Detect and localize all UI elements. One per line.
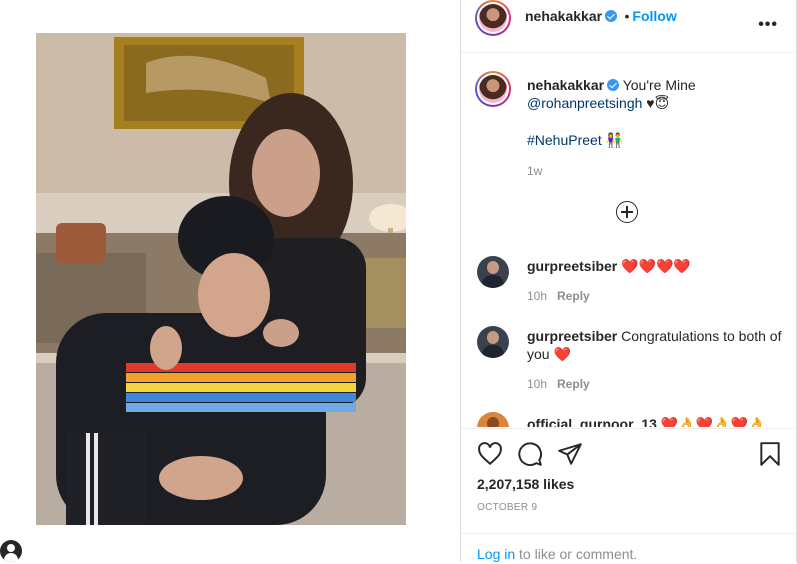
caption-mention[interactable]: @rohanpreetsingh [527,95,642,111]
user-icon[interactable] [0,540,22,562]
comment-text: ❤️❤️❤️❤️ [617,258,691,274]
caption: nehakakkar You're Mine @rohanpreetsingh … [527,76,777,112]
comment: gurpreetsiber ❤️❤️❤️❤️ [527,257,777,275]
caption-time[interactable]: 1w [527,164,542,178]
separator-dot: • [624,8,630,24]
likes-count[interactable]: 2,207,158 likes [477,476,574,492]
caption-avatar[interactable] [475,71,511,107]
share-icon[interactable] [557,441,583,467]
post-header: nehakakkar • Follow ••• [461,0,796,53]
heart-icon[interactable] [477,441,503,467]
author-avatar[interactable] [475,0,511,36]
comment-meta: 10h Reply [527,377,590,391]
actions-section: 2,207,158 likes OCTOBER 9 Log in to like… [461,428,796,563]
login-link[interactable]: Log in [477,546,515,562]
add-comment-icon[interactable] [616,201,638,223]
verified-badge-icon [605,10,618,22]
caption-username[interactable]: nehakakkar [527,77,604,93]
login-prompt: Log in to like or comment. [477,546,637,562]
comment-avatar[interactable] [477,412,509,427]
comment: gurpreetsiber Congratulations to both of… [527,327,782,363]
verified-badge-icon [607,79,620,91]
comment-username[interactable]: gurpreetsiber [527,328,617,344]
media-area [0,0,460,562]
comment-avatar[interactable] [477,256,509,288]
post-date[interactable]: OCTOBER 9 [477,502,537,513]
comment-time[interactable]: 10h [527,289,547,303]
comments-section: nehakakkar You're Mine @rohanpreetsingh … [461,53,796,427]
caption-hashtag[interactable]: #NehuPreet [527,132,602,148]
comment: official_gurnoor_13 ❤️👌❤️👌❤️👌 [527,415,787,427]
post-panel: nehakakkar • Follow ••• nehakakkar You're… [460,0,797,562]
comment-username[interactable]: gurpreetsiber [527,258,617,274]
comment-meta: 10h Reply [527,289,590,303]
comment-text: ❤️👌❤️👌❤️👌 [656,416,766,427]
caption-hashtag-emoji: 👫 [601,132,624,148]
reply-button[interactable]: Reply [557,377,590,391]
comment-time[interactable]: 10h [527,377,547,391]
caption-text: You're Mine [619,77,696,93]
header-user: nehakakkar • Follow [525,8,677,26]
photo-illustration [36,33,406,525]
author-username[interactable]: nehakakkar [525,8,602,24]
follow-button[interactable]: Follow [632,8,676,24]
reply-button[interactable]: Reply [557,289,590,303]
bookmark-icon[interactable] [757,441,783,467]
comment-avatar[interactable] [477,326,509,358]
comment-icon[interactable] [517,441,543,467]
post-photo[interactable] [36,33,406,525]
comment-username[interactable]: official_gurnoor_13 [527,416,657,427]
caption-hashtag-line: #NehuPreet 👫 [527,131,623,149]
login-bar: Log in to like or comment. [461,533,796,564]
caption-mention-emoji: ♥😇 [642,95,670,111]
login-prompt-text: to like or comment. [515,546,638,562]
more-options-icon[interactable]: ••• [758,16,778,34]
